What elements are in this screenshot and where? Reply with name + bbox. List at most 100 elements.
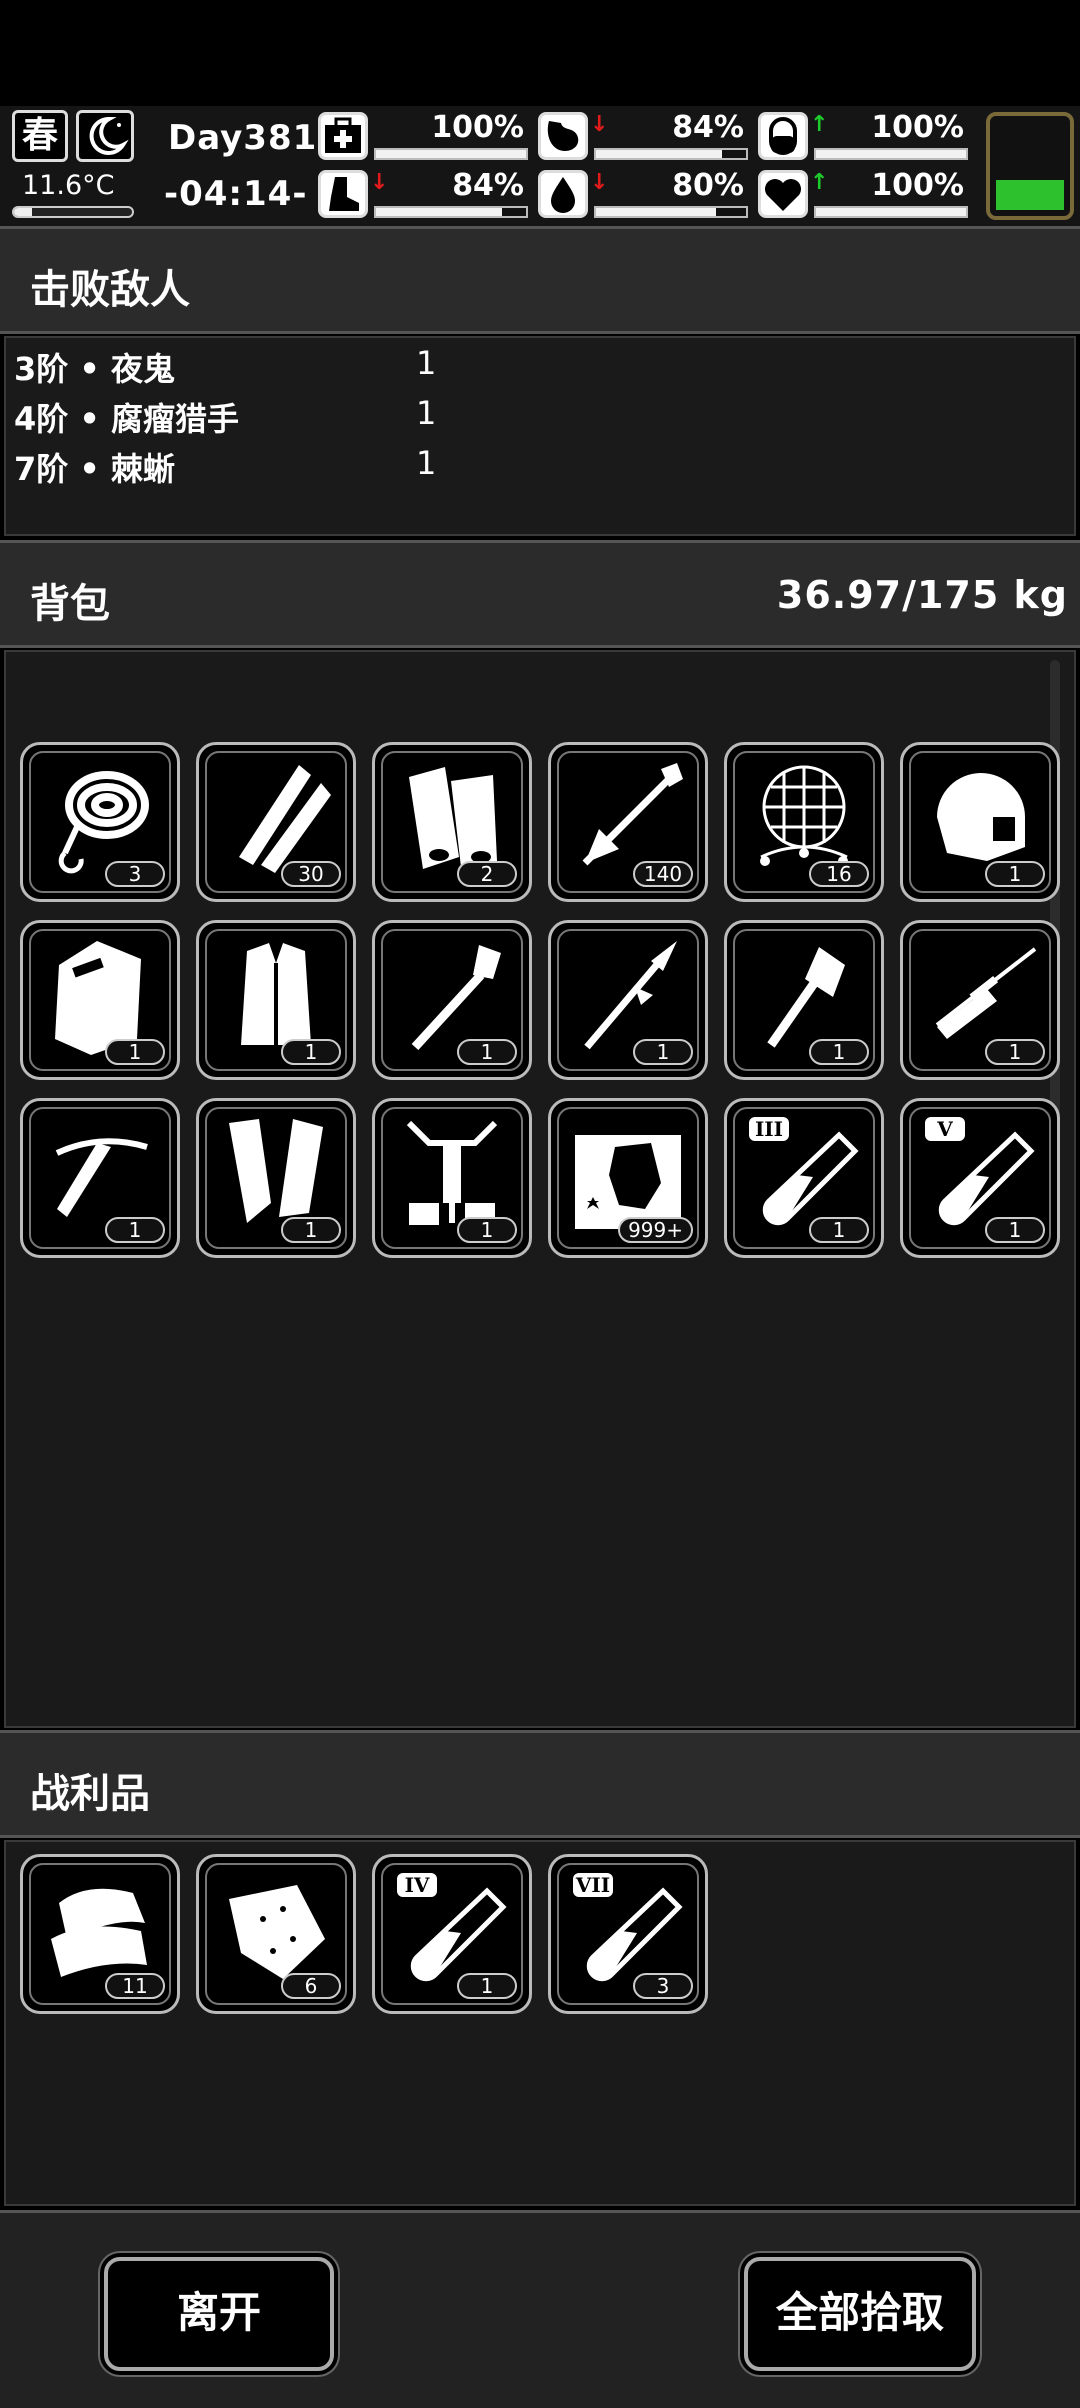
tube-tier-label: III <box>755 1117 783 1141</box>
status-bar: 春 11.6°C Day381 -04:14- 100% ↓ 84% ↑ 100… <box>0 106 1080 226</box>
stat-thirst: ↓ 80% <box>538 168 750 220</box>
defeated-header: 击败敌人 <box>0 226 1080 334</box>
loot-item-test-tube-iv[interactable]: IV 1 <box>372 1854 532 2014</box>
mood-bar <box>814 206 968 218</box>
loot-item-leather[interactable]: 11 <box>20 1854 180 2014</box>
action-bar: 离开 全部拾取 <box>0 2210 1080 2408</box>
item-quantity: 3 <box>105 861 165 887</box>
defeated-title: 击败敌人 <box>30 267 190 313</box>
stamina-trend-down-icon: ↓ <box>370 170 389 195</box>
item-quantity: 1 <box>457 1973 517 1999</box>
enemy-count: 1 <box>416 344 437 382</box>
item-quantity: 1 <box>985 1217 1045 1243</box>
backpack-item-cloth-roll[interactable]: 2 <box>372 742 532 902</box>
loot-header: 战利品 <box>0 1730 1080 1838</box>
backpack-item-spear[interactable]: 1 <box>548 920 708 1080</box>
backpack-item-shovel[interactable]: 1 <box>372 920 532 1080</box>
thirst-bar <box>594 206 748 218</box>
energy-bar <box>814 148 968 160</box>
backpack-item-fur-coat[interactable]: 1 <box>196 920 356 1080</box>
backpack-item-monster-card[interactable]: 999+ <box>548 1098 708 1258</box>
stamina-bar <box>374 206 528 218</box>
health-value: 100% <box>431 110 524 145</box>
thirst-trend-down-icon: ↓ <box>590 170 609 195</box>
tube-tier-label: V <box>936 1117 953 1141</box>
item-quantity: 1 <box>105 1039 165 1065</box>
backpack-item-axe[interactable]: 1 <box>724 920 884 1080</box>
backpack-item-sniper-rifle[interactable]: 1 <box>900 920 1060 1080</box>
season-indicator: 春 <box>12 110 68 162</box>
defeated-list: 3阶 • 夜鬼 1 4阶 • 腐瘤猎手 1 7阶 • 棘蜥 1 <box>4 336 1076 536</box>
loot-item-raw-meat[interactable]: 6 <box>196 1854 356 2014</box>
item-quantity: 2 <box>457 861 517 887</box>
stat-stamina: ↓ 84% <box>318 168 530 220</box>
enemy-name: 4阶 • 腐瘤猎手 <box>14 400 240 438</box>
enemy-name: 7阶 • 棘蜥 <box>14 450 176 488</box>
stat-mood: ↑ 100% <box>758 168 970 220</box>
heart-icon <box>758 170 808 218</box>
leave-button[interactable]: 离开 <box>104 2257 334 2371</box>
item-quantity: 999+ <box>618 1217 693 1243</box>
enemy-name: 3阶 • 夜鬼 <box>14 350 176 388</box>
backpack-item-exoskeleton[interactable]: 1 <box>372 1098 532 1258</box>
tube-tier-label: VII <box>575 1873 610 1897</box>
backpack-weight: 36.97/175 kg <box>776 573 1068 617</box>
item-quantity: 30 <box>281 861 341 887</box>
stat-energy: ↑ 100% <box>758 110 970 162</box>
tube-tier-label: IV <box>405 1873 430 1897</box>
item-quantity: 6 <box>281 1973 341 1999</box>
item-quantity: 1 <box>809 1217 869 1243</box>
pill-icon <box>758 112 808 160</box>
item-quantity: 1 <box>281 1039 341 1065</box>
health-bar <box>374 148 528 160</box>
mood-trend-up-icon: ↑ <box>810 170 829 195</box>
stomach-icon <box>538 112 588 160</box>
backpack-item-bullets[interactable]: 30 <box>196 742 356 902</box>
mood-value: 100% <box>871 168 964 203</box>
stat-hunger: ↓ 84% <box>538 110 750 162</box>
temperature: 11.6°C <box>22 170 115 201</box>
backpack-item-test-tube-v[interactable]: V 1 <box>900 1098 1060 1258</box>
item-quantity: 11 <box>105 1973 165 1999</box>
item-quantity: 1 <box>809 1039 869 1065</box>
backpack-item-rope[interactable]: 3 <box>20 742 180 902</box>
loot-title: 战利品 <box>30 1771 150 1817</box>
item-quantity: 16 <box>809 861 869 887</box>
moon-icon <box>76 110 134 162</box>
medkit-icon <box>318 112 368 160</box>
enemy-count: 1 <box>416 444 437 482</box>
backpack-item-arm-guards[interactable]: 1 <box>196 1098 356 1258</box>
stamina-value: 84% <box>452 168 524 203</box>
energy-value: 100% <box>871 110 964 145</box>
hunger-trend-down-icon: ↓ <box>590 112 609 137</box>
day-counter: Day381 <box>168 118 318 158</box>
backpack-item-arrows[interactable]: 140 <box>548 742 708 902</box>
temperature-bar <box>12 206 134 218</box>
backpack-item-crossbow[interactable]: 1 <box>20 1098 180 1258</box>
stat-health: 100% <box>318 110 530 162</box>
loot-item-test-tube-vii[interactable]: VII 3 <box>548 1854 708 2014</box>
backpack-item-net[interactable]: 16 <box>724 742 884 902</box>
item-quantity: 140 <box>633 861 693 887</box>
game-clock: -04:14- <box>164 174 308 214</box>
item-quantity: 1 <box>985 1039 1045 1065</box>
boot-icon <box>318 170 368 218</box>
item-quantity: 1 <box>105 1217 165 1243</box>
thirst-value: 80% <box>672 168 744 203</box>
item-quantity: 1 <box>457 1039 517 1065</box>
energy-trend-up-icon: ↑ <box>810 112 829 137</box>
backpack-title: 背包 <box>30 581 110 627</box>
backpack-item-helmet[interactable]: 1 <box>900 742 1060 902</box>
item-quantity: 1 <box>633 1039 693 1065</box>
item-quantity: 1 <box>457 1217 517 1243</box>
battery-icon[interactable] <box>986 112 1074 220</box>
item-quantity: 1 <box>281 1217 341 1243</box>
enemy-count: 1 <box>416 394 437 432</box>
pickup-all-button[interactable]: 全部拾取 <box>744 2257 976 2371</box>
hunger-value: 84% <box>672 110 744 145</box>
backpack-item-test-tube-iii[interactable]: III 1 <box>724 1098 884 1258</box>
hunger-bar <box>594 148 748 160</box>
item-quantity: 3 <box>633 1973 693 1999</box>
item-quantity: 1 <box>985 861 1045 887</box>
backpack-item-riot-shield[interactable]: 1 <box>20 920 180 1080</box>
